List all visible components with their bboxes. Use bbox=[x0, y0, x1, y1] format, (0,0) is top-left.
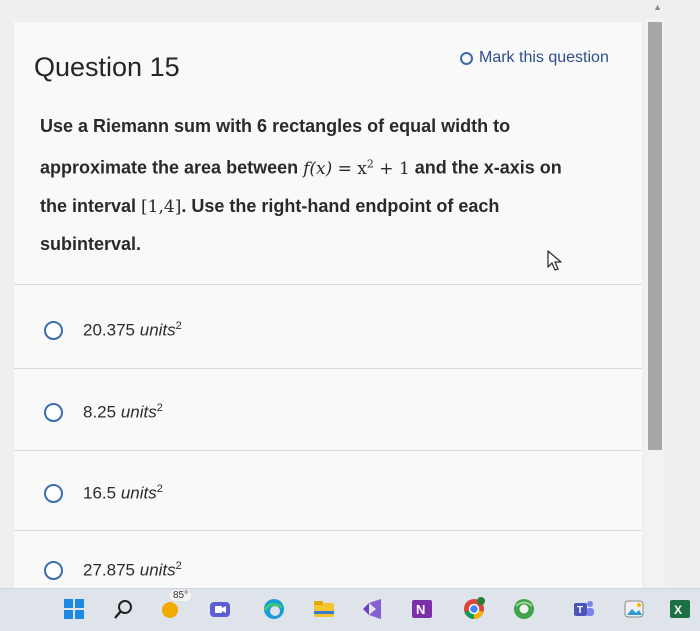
answer-option-4[interactable]: 27.875 units2 bbox=[44, 560, 182, 581]
answer-3-radio[interactable] bbox=[44, 483, 63, 503]
mark-radio-icon[interactable] bbox=[460, 51, 473, 65]
answer-1-units: units bbox=[139, 320, 176, 340]
teams-icon[interactable]: T bbox=[572, 597, 596, 621]
file-explorer-icon[interactable] bbox=[312, 597, 336, 621]
browser-window: ▲ Question 15 Mark this question Use a R… bbox=[0, 0, 700, 588]
question-line-4: subinterval. bbox=[40, 233, 142, 254]
mark-question-button[interactable]: Mark this question bbox=[460, 49, 609, 67]
answer-4-units: units bbox=[139, 560, 176, 580]
function-eq: = x bbox=[332, 158, 367, 179]
question-line-2: approximate the area between f(x) = x2 +… bbox=[40, 145, 620, 188]
answer-3-value: 16.5 bbox=[83, 483, 117, 503]
function-expression: f(x) = x2 + 1 bbox=[303, 157, 410, 179]
question-line-3-end: . Use the right-hand endpoint of each bbox=[181, 195, 500, 216]
answer-3-label: 16.5 units2 bbox=[83, 483, 163, 504]
answer-4-radio[interactable] bbox=[44, 560, 63, 580]
answer-4-exponent: 2 bbox=[175, 560, 182, 572]
question-line-2-start: approximate the area between bbox=[40, 157, 304, 178]
question-line-1: Use a Riemann sum with 6 rectangles of e… bbox=[40, 116, 511, 136]
answer-2-label: 8.25 units2 bbox=[83, 402, 163, 423]
svg-text:X: X bbox=[674, 603, 682, 617]
answer-1-label: 20.375 units2 bbox=[83, 320, 182, 341]
answer-2-radio[interactable] bbox=[44, 402, 63, 422]
answer-1-exponent: 2 bbox=[175, 320, 182, 332]
svg-text:T: T bbox=[577, 605, 583, 616]
option-divider bbox=[14, 450, 642, 451]
search-icon[interactable] bbox=[112, 597, 136, 621]
answer-option-2[interactable]: 8.25 units2 bbox=[44, 402, 163, 423]
option-divider bbox=[14, 530, 642, 531]
windows-start-icon[interactable] bbox=[62, 597, 86, 621]
excel-icon[interactable]: X bbox=[668, 597, 692, 621]
svg-text:N: N bbox=[416, 602, 425, 617]
answer-option-3[interactable]: 16.5 units2 bbox=[44, 483, 163, 504]
answer-2-units: units bbox=[120, 402, 157, 422]
onenote-icon[interactable]: N bbox=[410, 597, 434, 621]
mark-question-label: Mark this question bbox=[479, 49, 609, 66]
option-divider bbox=[14, 368, 642, 369]
mouse-cursor-icon bbox=[547, 250, 562, 271]
answer-4-value: 27.875 bbox=[83, 560, 135, 580]
scroll-up-arrow-icon[interactable]: ▲ bbox=[653, 2, 662, 12]
answer-2-value: 8.25 bbox=[83, 402, 117, 422]
chrome-canary-icon[interactable] bbox=[512, 597, 536, 621]
function-exponent: 2 bbox=[366, 157, 374, 170]
question-text: Use a Riemann sum with 6 rectangles of e… bbox=[40, 108, 620, 263]
visual-studio-icon[interactable] bbox=[360, 597, 384, 621]
video-call-icon[interactable] bbox=[208, 597, 232, 621]
answer-4-label: 27.875 units2 bbox=[83, 560, 182, 581]
answer-option-1[interactable]: 20.375 units2 bbox=[44, 320, 182, 341]
question-line-3: the interval [1,4]. Use the right-hand e… bbox=[40, 188, 620, 226]
function-tail: + 1 bbox=[373, 158, 410, 179]
question-card: Question 15 Mark this question Use a Rie… bbox=[14, 22, 642, 588]
chrome-icon[interactable] bbox=[462, 597, 486, 621]
answer-3-exponent: 2 bbox=[156, 483, 163, 495]
interval-expression: [1,4] bbox=[141, 196, 182, 217]
windows-taskbar: 85° N T X bbox=[0, 588, 700, 631]
answer-1-radio[interactable] bbox=[44, 320, 63, 340]
answer-1-value: 20.375 bbox=[83, 320, 135, 340]
answer-2-exponent: 2 bbox=[156, 402, 163, 414]
option-divider bbox=[14, 284, 642, 285]
question-title: Question 15 bbox=[34, 52, 180, 82]
question-line-3-start: the interval bbox=[40, 195, 142, 216]
question-line-2-end: and the x-axis on bbox=[409, 157, 562, 178]
answer-3-units: units bbox=[120, 483, 157, 503]
weather-temperature: 85° bbox=[170, 590, 192, 601]
function-lhs: f(x) bbox=[303, 158, 333, 179]
edge-browser-icon[interactable] bbox=[262, 597, 286, 621]
photos-icon[interactable] bbox=[622, 597, 646, 621]
scrollbar-thumb[interactable] bbox=[648, 22, 662, 450]
